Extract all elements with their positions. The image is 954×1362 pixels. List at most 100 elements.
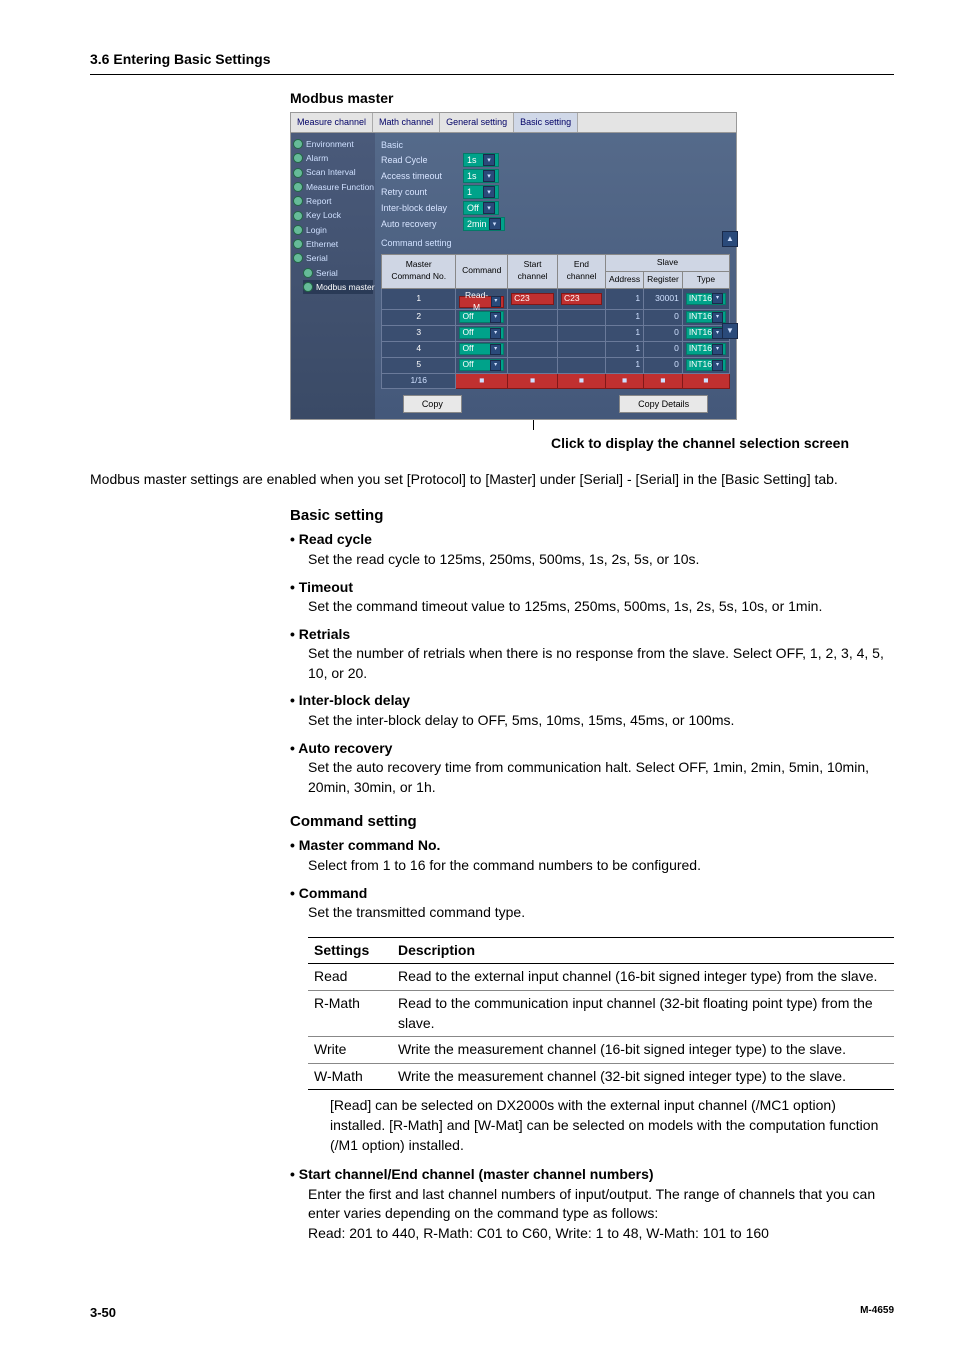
settings-panel: Basic Read Cycle1s▾Access timeout1s▾Retr…	[375, 133, 736, 419]
cell-start[interactable]	[508, 341, 558, 357]
slider-row[interactable]: 1/16■■■■■■	[382, 373, 730, 388]
th-address: Address	[605, 271, 643, 288]
setting-row: Retry count1▾	[381, 185, 730, 199]
sidebar-item[interactable]: Modbus master	[303, 280, 373, 294]
sidebar: EnvironmentAlarmScan IntervalMeasure Fun…	[291, 133, 375, 419]
setting-dropdown[interactable]: Off▾	[463, 201, 499, 215]
cell-setting: R-Math	[308, 991, 392, 1037]
list-item: Master command No.Select from 1 to 16 fo…	[290, 836, 894, 875]
table-row: 3Off▾10INT16▾	[382, 325, 730, 341]
start-end-body: Enter the first and last channel numbers…	[308, 1185, 894, 1224]
copy-button[interactable]: Copy	[403, 395, 462, 414]
sidebar-item[interactable]: Serial	[303, 266, 373, 280]
sidebar-item[interactable]: Report	[293, 194, 373, 208]
cell-type[interactable]: INT16▾	[682, 357, 729, 373]
item-body: Set the command timeout value to 125ms, …	[308, 597, 894, 617]
table-row: 4Off▾10INT16▾	[382, 341, 730, 357]
th-master-no: Master Command No.	[382, 254, 456, 288]
cell-start[interactable]	[508, 325, 558, 341]
cell-end[interactable]	[557, 325, 605, 341]
tab-measure-channel[interactable]: Measure channel	[291, 113, 373, 132]
header-rule	[90, 74, 894, 75]
cell-command[interactable]: Off▾	[456, 341, 508, 357]
sidebar-item[interactable]: Ethernet	[293, 237, 373, 251]
cell-command[interactable]: Read-M▾	[456, 288, 508, 309]
start-end-ranges: Read: 201 to 440, R-Math: C01 to C60, Wr…	[308, 1224, 894, 1244]
chevron-down-icon: ▾	[483, 154, 495, 166]
cell-desc: Write the measurement channel (16-bit si…	[392, 1037, 894, 1064]
sidebar-item[interactable]: Scan Interval	[293, 165, 373, 179]
sidebar-item-label: Key Lock	[306, 209, 341, 221]
sidebar-item[interactable]: Serial	[293, 251, 373, 265]
setting-dropdown[interactable]: 1▾	[463, 185, 499, 199]
cell-address[interactable]: 1	[605, 325, 643, 341]
cell-command[interactable]: Off▾	[456, 325, 508, 341]
cell-setting: Read	[308, 964, 392, 991]
sidebar-item[interactable]: Key Lock	[293, 208, 373, 222]
chevron-down-icon: ▾	[483, 202, 495, 214]
cell-no: 3	[382, 325, 456, 341]
cell-no: 5	[382, 357, 456, 373]
tree-icon	[303, 282, 313, 292]
page-footer: 3-50 M-4659	[90, 1304, 894, 1322]
cell-register[interactable]: 0	[644, 325, 683, 341]
cell-register[interactable]: 30001	[644, 288, 683, 309]
cell-start[interactable]	[508, 357, 558, 373]
cell-desc: Read to the communication input channel …	[392, 991, 894, 1037]
command-setting-head: Command setting	[290, 811, 894, 832]
desc-col-description: Description	[392, 937, 894, 964]
list-item: Read cycleSet the read cycle to 125ms, 2…	[290, 530, 894, 569]
chevron-down-icon: ▾	[712, 344, 723, 355]
cell-desc: Read to the external input channel (16-b…	[392, 964, 894, 991]
tree-icon	[303, 268, 313, 278]
cell-register[interactable]: 0	[644, 357, 683, 373]
table-row: ReadRead to the external input channel (…	[308, 964, 894, 991]
cell-setting: W-Math	[308, 1063, 392, 1090]
copy-details-button[interactable]: Copy Details	[619, 395, 708, 414]
cell-end[interactable]	[557, 341, 605, 357]
setting-dropdown[interactable]: 2min▾	[463, 217, 505, 231]
sidebar-item-label: Report	[306, 195, 332, 207]
doc-code: M-4659	[860, 1304, 894, 1322]
item-body: Set the inter-block delay to OFF, 5ms, 1…	[308, 711, 894, 731]
callout-text: Click to display the channel selection s…	[551, 434, 849, 454]
item-title: Auto recovery	[290, 740, 392, 756]
table-row: W-MathWrite the measurement channel (32-…	[308, 1063, 894, 1090]
cell-address[interactable]: 1	[605, 341, 643, 357]
chevron-down-icon: ▾	[490, 312, 501, 323]
setting-row: Inter-block delayOff▾	[381, 201, 730, 215]
scroll-up-icon[interactable]: ▲	[722, 231, 738, 247]
scroll-down-icon[interactable]: ▼	[722, 323, 738, 339]
cell-address[interactable]: 1	[605, 288, 643, 309]
sidebar-item[interactable]: Login	[293, 223, 373, 237]
chevron-down-icon: ▾	[489, 218, 501, 230]
list-item: RetrialsSet the number of retrials when …	[290, 625, 894, 684]
cell-end[interactable]	[557, 357, 605, 373]
cell-address[interactable]: 1	[605, 357, 643, 373]
table-row: 2Off▾10INT16▾	[382, 309, 730, 325]
cell-command[interactable]: Off▾	[456, 357, 508, 373]
tab-math-channel[interactable]: Math channel	[373, 113, 440, 132]
sidebar-item-label: Serial	[316, 267, 338, 279]
tab-general-setting[interactable]: General setting	[440, 113, 514, 132]
cell-command[interactable]: Off▾	[456, 309, 508, 325]
sidebar-item[interactable]: Measure Function	[293, 180, 373, 194]
cell-address[interactable]: 1	[605, 309, 643, 325]
cell-start[interactable]	[508, 309, 558, 325]
setting-row: Read Cycle1s▾	[381, 153, 730, 167]
cell-start[interactable]: C23	[508, 288, 558, 309]
cell-type[interactable]: INT16▾	[682, 341, 729, 357]
tree-icon	[293, 168, 303, 178]
cell-register[interactable]: 0	[644, 341, 683, 357]
sidebar-item[interactable]: Alarm	[293, 151, 373, 165]
tab-basic-setting[interactable]: Basic setting	[514, 113, 578, 132]
sidebar-item[interactable]: Environment	[293, 137, 373, 151]
setting-dropdown[interactable]: 1s▾	[463, 153, 499, 167]
th-slave: Slave	[605, 254, 729, 271]
cell-end[interactable]	[557, 309, 605, 325]
tree-icon	[293, 239, 303, 249]
cell-register[interactable]: 0	[644, 309, 683, 325]
cell-end[interactable]: C23	[557, 288, 605, 309]
chevron-down-icon: ▾	[490, 360, 501, 371]
setting-dropdown[interactable]: 1s▾	[463, 169, 499, 183]
